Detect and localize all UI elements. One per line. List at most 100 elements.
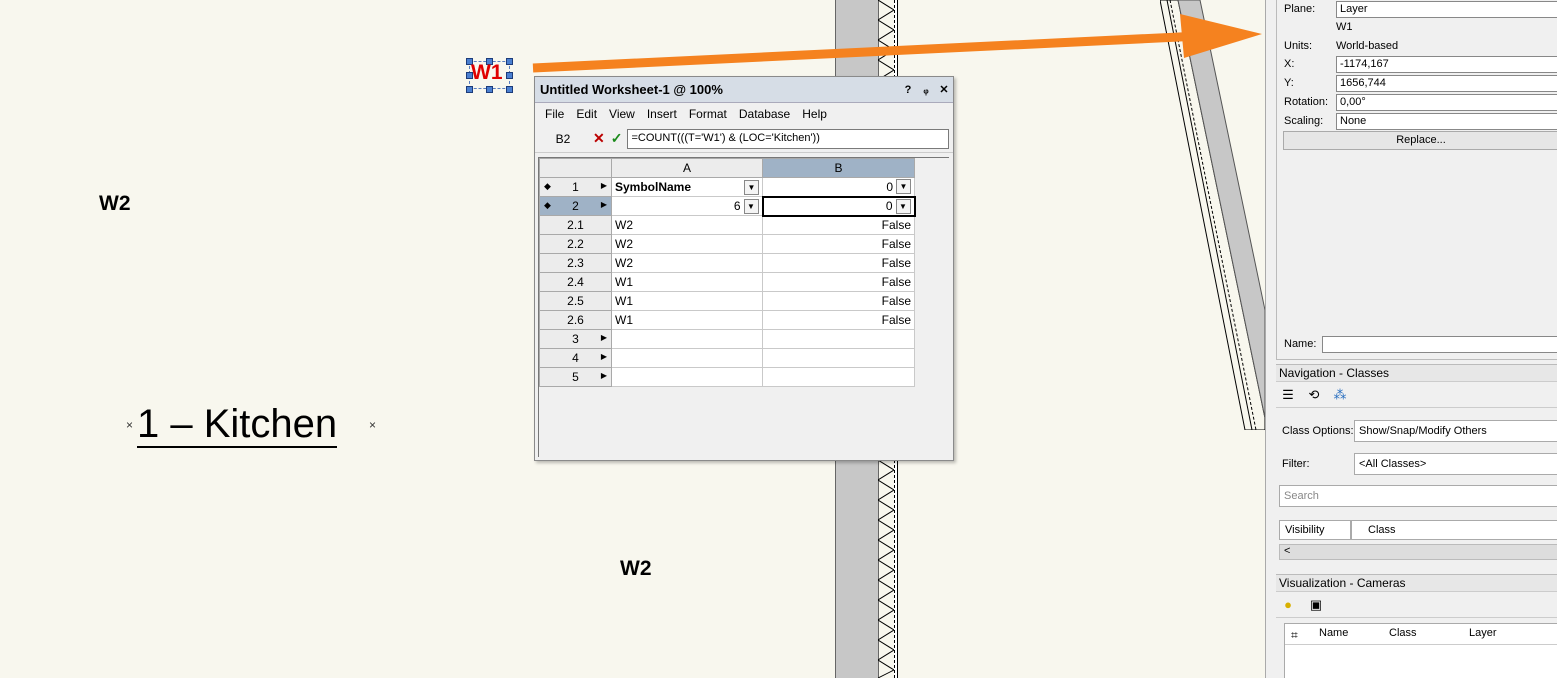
window-tag-w1-selected[interactable]: W1 <box>471 61 503 85</box>
table-cell[interactable] <box>762 348 915 368</box>
cell-a2[interactable]: 6 ▼ <box>611 196 763 216</box>
worksheet-titlebar[interactable]: Untitled Worksheet-1 @ 100% ? ᵩ ✕ <box>535 77 953 103</box>
row-header[interactable]: 2.1 <box>539 215 612 235</box>
help-icon[interactable]: ? <box>899 84 917 96</box>
x-field[interactable]: -1174,167 <box>1336 55 1557 73</box>
filter-select[interactable]: <All Classes> <box>1354 453 1557 475</box>
layers-icon[interactable]: ☰ <box>1278 386 1298 404</box>
column-header-visibility[interactable]: Visibility <box>1279 520 1351 540</box>
scaling-select[interactable]: None <box>1336 112 1557 130</box>
column-header-class[interactable]: Class <box>1351 520 1557 540</box>
table-cell[interactable]: W1 <box>611 291 763 311</box>
y-field[interactable]: 1656,744 <box>1336 74 1557 92</box>
column-header-layer[interactable]: Layer <box>1469 624 1497 642</box>
row-header[interactable]: ◆ 2 ▶ <box>539 196 612 216</box>
table-row: ◆ 1 ▶ SymbolName ▼ 0 ▼ <box>539 177 915 197</box>
row-header[interactable]: 2.6 <box>539 310 612 330</box>
table-cell[interactable] <box>611 329 763 349</box>
menu-view[interactable]: View <box>604 107 642 121</box>
table-cell[interactable]: False <box>762 291 915 311</box>
table-cell[interactable]: False <box>762 215 915 235</box>
formula-input[interactable]: =COUNT(((T='W1') & (LOC='Kitchen')) <box>627 128 950 149</box>
rotation-field[interactable]: 0,00° <box>1336 93 1557 111</box>
selection-handle[interactable] <box>506 72 513 79</box>
navigation-classes-header[interactable]: Navigation - Classes <box>1276 364 1557 382</box>
cell-b1[interactable]: 0 ▼ <box>762 177 915 197</box>
table-cell[interactable]: W1 <box>611 272 763 292</box>
window-tag-w2[interactable]: W2 <box>620 557 652 581</box>
class-options-select[interactable]: Show/Snap/Modify Others <box>1354 420 1557 442</box>
table-cell[interactable]: False <box>762 234 915 254</box>
saved-views-icon[interactable]: ⟲ <box>1304 386 1324 404</box>
formula-bar: B2 ✕ ✓ =COUNT(((T='W1') & (LOC='Kitchen'… <box>535 125 953 153</box>
column-header-b[interactable]: B <box>762 158 915 178</box>
selection-handle[interactable] <box>506 58 513 65</box>
chevron-down-icon[interactable]: ▼ <box>895 198 911 214</box>
cell-b2[interactable]: 0 ▼ <box>761 195 916 217</box>
units-label: Units: <box>1284 40 1313 52</box>
cell-reference: B2 <box>555 131 571 146</box>
table-cell[interactable]: W2 <box>611 234 763 254</box>
worksheet-window[interactable]: Untitled Worksheet-1 @ 100% ? ᵩ ✕ File E… <box>534 76 954 461</box>
room-label-kitchen[interactable]: 1 – Kitchen <box>137 402 338 448</box>
replace-button[interactable]: Replace... <box>1283 131 1557 150</box>
menu-format[interactable]: Format <box>684 107 734 121</box>
table-cell[interactable]: W2 <box>611 215 763 235</box>
table-row: 4 ▶ <box>539 348 915 368</box>
table-cell[interactable]: False <box>762 272 915 292</box>
cell-a1[interactable]: SymbolName ▼ <box>611 177 763 197</box>
menu-edit[interactable]: Edit <box>571 107 604 121</box>
confirm-icon[interactable]: ✓ <box>611 130 623 147</box>
column-header-name[interactable]: Name <box>1319 624 1348 642</box>
visualization-cameras-pane: ● ▣ ⌗ Name Class Layer <box>1276 593 1557 678</box>
row-header[interactable]: 3 ▶ <box>539 329 612 349</box>
table-cell[interactable] <box>762 329 915 349</box>
row-header[interactable]: 5 ▶ <box>539 367 612 387</box>
row-header[interactable]: 2.4 <box>539 272 612 292</box>
cameras-list[interactable]: ⌗ Name Class Layer <box>1284 623 1557 678</box>
classes-icon[interactable]: ⁂ <box>1330 386 1350 404</box>
corner-cell[interactable] <box>539 158 612 178</box>
table-cell[interactable] <box>762 367 915 387</box>
pin-icon[interactable]: ᵩ <box>917 84 935 96</box>
menu-insert[interactable]: Insert <box>642 107 684 121</box>
plane-select[interactable]: Layer <box>1336 0 1557 18</box>
row-header[interactable]: ◆ 1 ▶ <box>539 177 612 197</box>
table-cell[interactable]: W1 <box>611 310 763 330</box>
horizontal-scrollbar[interactable]: < <box>1279 544 1557 560</box>
column-header-a[interactable]: A <box>611 158 763 178</box>
selection-handle[interactable] <box>466 86 473 93</box>
worksheet-grid[interactable]: A B ◆ 1 ▶ SymbolName ▼ 0 ▼ ◆ 2 ▶ 6 ▼ 0 ▼ 2.1 W2 Fa… <box>538 157 949 457</box>
selection-handle[interactable] <box>506 86 513 93</box>
symbol-name: W1 <box>1336 21 1353 33</box>
table-cell[interactable] <box>611 367 763 387</box>
table-cell[interactable]: W2 <box>611 253 763 273</box>
cancel-icon[interactable]: ✕ <box>593 130 605 147</box>
camera-select-icon[interactable]: ⌗ <box>1291 626 1298 644</box>
row-header[interactable]: 2.5 <box>539 291 612 311</box>
scroll-left-icon[interactable]: < <box>1284 545 1290 557</box>
menu-database[interactable]: Database <box>734 107 797 121</box>
table-cell[interactable]: False <box>762 310 915 330</box>
row-header[interactable]: 2.3 <box>539 253 612 273</box>
chevron-down-icon[interactable]: ▼ <box>896 179 911 195</box>
close-icon[interactable]: ✕ <box>935 83 953 96</box>
row-header[interactable]: 4 ▶ <box>539 348 612 368</box>
menu-file[interactable]: File <box>540 107 571 121</box>
camera-icon[interactable]: ▣ <box>1306 596 1326 614</box>
table-cell[interactable]: False <box>762 253 915 273</box>
lightbulb-icon[interactable]: ● <box>1278 596 1298 614</box>
visualization-cameras-header[interactable]: Visualization - Cameras <box>1276 574 1557 592</box>
chevron-down-icon[interactable]: ▼ <box>744 179 759 195</box>
selection-handle[interactable] <box>486 86 493 93</box>
name-field[interactable] <box>1322 335 1557 353</box>
chevron-down-icon[interactable]: ▼ <box>743 198 759 214</box>
table-row: 2.4 W1 False <box>539 272 915 292</box>
menu-help[interactable]: Help <box>797 107 834 121</box>
table-cell[interactable] <box>611 348 763 368</box>
column-header-class[interactable]: Class <box>1389 624 1417 642</box>
row-header[interactable]: 2.2 <box>539 234 612 254</box>
search-input[interactable]: Search <box>1279 485 1557 507</box>
window-tag-w2[interactable]: W2 <box>99 192 131 216</box>
name-label: Name: <box>1284 338 1317 350</box>
